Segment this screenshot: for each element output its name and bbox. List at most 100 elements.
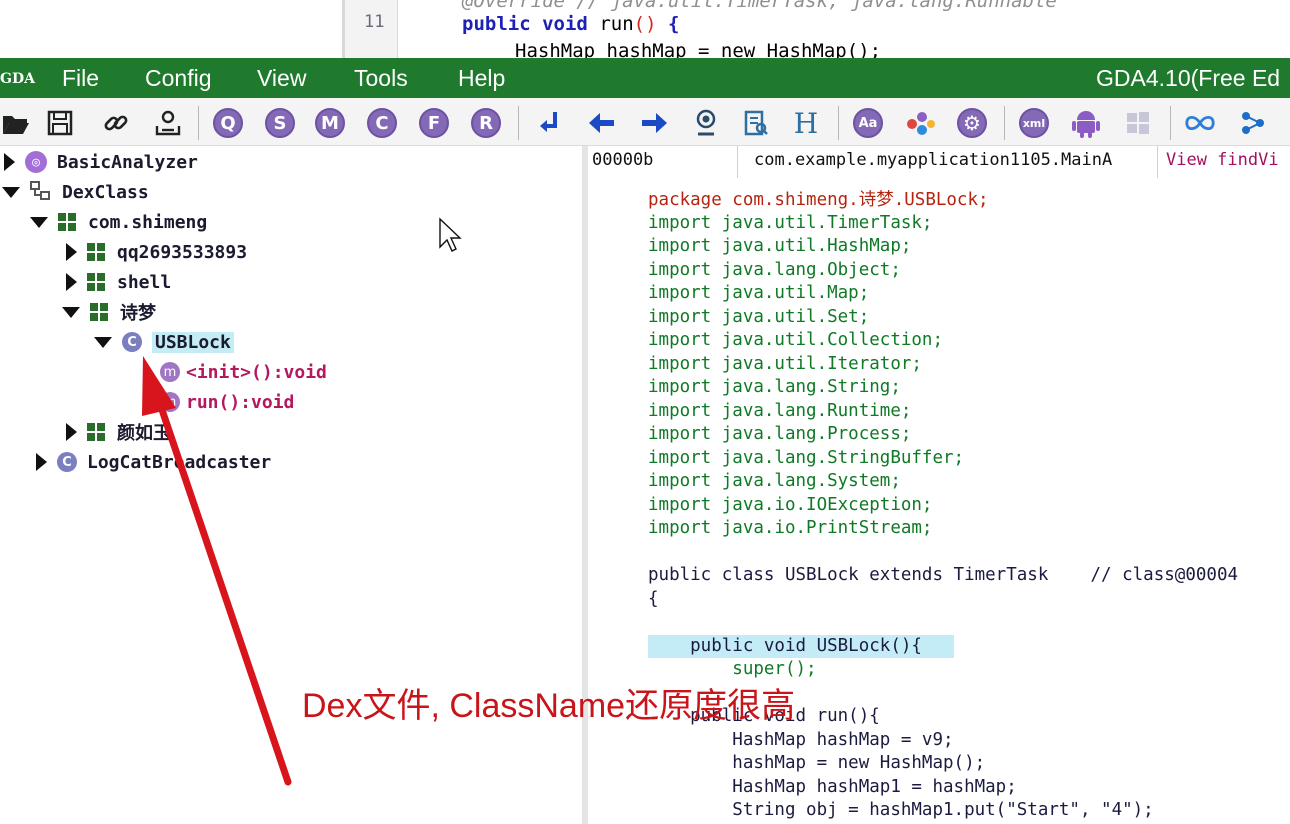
tree-item-shimeng-cn[interactable]: 诗梦: [62, 299, 156, 325]
search-string-icon[interactable]: S: [264, 107, 296, 139]
tree-item-label: USBLock: [152, 331, 234, 353]
open-brace-line: {: [648, 589, 659, 609]
open-brace: {: [667, 13, 680, 35]
jump-back-icon[interactable]: [534, 107, 566, 139]
menu-bar: GDA File Config View Tools Help GDA4.10(…: [0, 58, 1290, 98]
tree-item-label: shell: [117, 271, 172, 293]
tree-item-qq2693533893[interactable]: qq2693533893: [66, 239, 247, 265]
toolbar-separator: [1170, 106, 1171, 140]
toolbar-separator: [198, 106, 199, 140]
graph-icon[interactable]: [904, 107, 936, 139]
tree-item-label: 颜如玉: [117, 423, 171, 444]
import-line: import java.lang.Runtime;: [648, 401, 912, 421]
search-q-icon[interactable]: Q: [212, 107, 244, 139]
menu-file[interactable]: File: [62, 58, 99, 98]
expand-arrow-icon[interactable]: [66, 423, 77, 441]
tree-item-com-shimeng[interactable]: com.shimeng: [30, 209, 207, 235]
code-body-line: hashMap = new HashMap();: [648, 753, 986, 773]
code-view[interactable]: package com.shimeng.诗梦.USBLock; import j…: [588, 184, 1290, 824]
menu-config[interactable]: Config: [145, 58, 211, 98]
search-class-icon[interactable]: C: [366, 107, 398, 139]
hex-h-icon[interactable]: H: [790, 107, 822, 139]
toolbar: Q S M C F R H Aa ⚙ xml: [0, 98, 1290, 146]
import-line: import java.util.HashMap;: [648, 236, 912, 256]
import-line: import java.util.Map;: [648, 283, 870, 303]
code-body-line: HashMap hashMap = v9;: [648, 730, 954, 750]
dex-icon: [30, 181, 52, 203]
info-bar: 00000b com.example.myapplication1105.Mai…: [588, 146, 1290, 178]
collapse-arrow-icon[interactable]: [94, 336, 112, 348]
network-icon[interactable]: [1238, 107, 1270, 139]
expand-arrow-icon[interactable]: [4, 153, 15, 171]
export-icon[interactable]: [152, 107, 184, 139]
search-resource-icon[interactable]: R: [470, 107, 502, 139]
package-icon: [87, 243, 105, 261]
tree-item-label: BasicAnalyzer: [57, 151, 198, 173]
search-method-icon[interactable]: M: [314, 107, 346, 139]
tree-item-label: qq2693533893: [117, 241, 248, 263]
tree-item-label: <init>():void: [186, 361, 327, 383]
import-line: import java.lang.System;: [648, 471, 901, 491]
keyword-public: public: [462, 13, 531, 35]
tree-item-label: DexClass: [62, 181, 149, 203]
class-path-field: com.example.myapplication1105.MainA: [750, 146, 1158, 178]
constructor-line: public void USBLock(){: [648, 635, 954, 658]
expand-arrow-icon[interactable]: [36, 453, 47, 471]
import-line: import java.io.IOException;: [648, 495, 933, 515]
tree-item-usblock[interactable]: C USBLock: [94, 329, 234, 355]
expand-arrow-icon[interactable]: [66, 273, 77, 291]
gda-logo-icon: GDA: [0, 71, 35, 87]
settings-gear-icon[interactable]: ⚙: [956, 107, 988, 139]
import-line: import java.lang.StringBuffer;: [648, 448, 965, 468]
windows-icon[interactable]: [1122, 107, 1154, 139]
android-icon[interactable]: [1070, 107, 1102, 139]
xml-icon[interactable]: xml: [1018, 107, 1050, 139]
location-icon[interactable]: [690, 107, 722, 139]
menu-view[interactable]: View: [257, 58, 306, 98]
collapse-arrow-icon[interactable]: [62, 306, 80, 318]
annotation-text: Dex文件, ClassName还原度很高: [302, 687, 796, 725]
menu-help[interactable]: Help: [458, 58, 505, 98]
tree-item-init-method[interactable]: m <init>():void: [160, 359, 327, 385]
code-body-line: String obj = hashMap1.put("Start", "4");: [648, 800, 1154, 820]
tree-item-logcatbroadcaster[interactable]: C LogCatBroadcaster: [36, 449, 271, 475]
class-icon: C: [57, 452, 77, 472]
expand-arrow-icon[interactable]: [66, 243, 77, 261]
method-name: run: [599, 13, 634, 35]
package-line: package com.shimeng.诗梦.USBLock;: [648, 190, 989, 210]
save-icon[interactable]: [44, 107, 76, 139]
font-aa-icon[interactable]: Aa: [852, 107, 884, 139]
parens: (): [633, 13, 657, 35]
link-icon[interactable]: [100, 107, 132, 139]
view-action-field[interactable]: View findVi: [1162, 146, 1290, 178]
code-body-line: HashMap hashMap1 = hashMap;: [648, 777, 1017, 797]
arrow-left-icon[interactable]: [586, 107, 618, 139]
collapse-arrow-icon[interactable]: [30, 216, 48, 228]
package-icon: [87, 423, 105, 441]
tree-item-yanruyu[interactable]: 颜如玉: [66, 419, 171, 445]
package-icon: [87, 273, 105, 291]
import-line: import java.util.Set;: [648, 307, 870, 327]
svg-text:H: H: [794, 109, 818, 137]
report-icon[interactable]: [740, 107, 772, 139]
infinity-icon[interactable]: [1184, 107, 1216, 139]
tree-item-dexclass[interactable]: DexClass: [2, 179, 149, 205]
tree-item-run-method[interactable]: m run():void: [160, 389, 294, 415]
tree-item-shell[interactable]: shell: [66, 269, 171, 295]
open-folder-icon[interactable]: [0, 107, 32, 139]
toolbar-separator: [518, 106, 519, 140]
import-line: import java.util.TimerTask;: [648, 213, 933, 233]
tree-item-basicanalyzer[interactable]: ◎ BasicAnalyzer: [4, 149, 198, 175]
toolbar-separator: [1004, 106, 1005, 140]
search-field-icon[interactable]: F: [418, 107, 450, 139]
package-icon: [58, 213, 76, 231]
import-line: import java.util.Collection;: [648, 330, 944, 350]
menu-tools[interactable]: Tools: [354, 58, 408, 98]
import-line: import java.lang.Object;: [648, 260, 901, 280]
tree-item-label: 诗梦: [120, 303, 156, 324]
background-editor: 11 @Override // java.util.TimerTask, jav…: [0, 0, 1290, 60]
arrow-right-icon[interactable]: [638, 107, 670, 139]
import-line: import java.util.Iterator;: [648, 354, 922, 374]
package-icon: [90, 303, 108, 321]
collapse-arrow-icon[interactable]: [2, 186, 20, 198]
